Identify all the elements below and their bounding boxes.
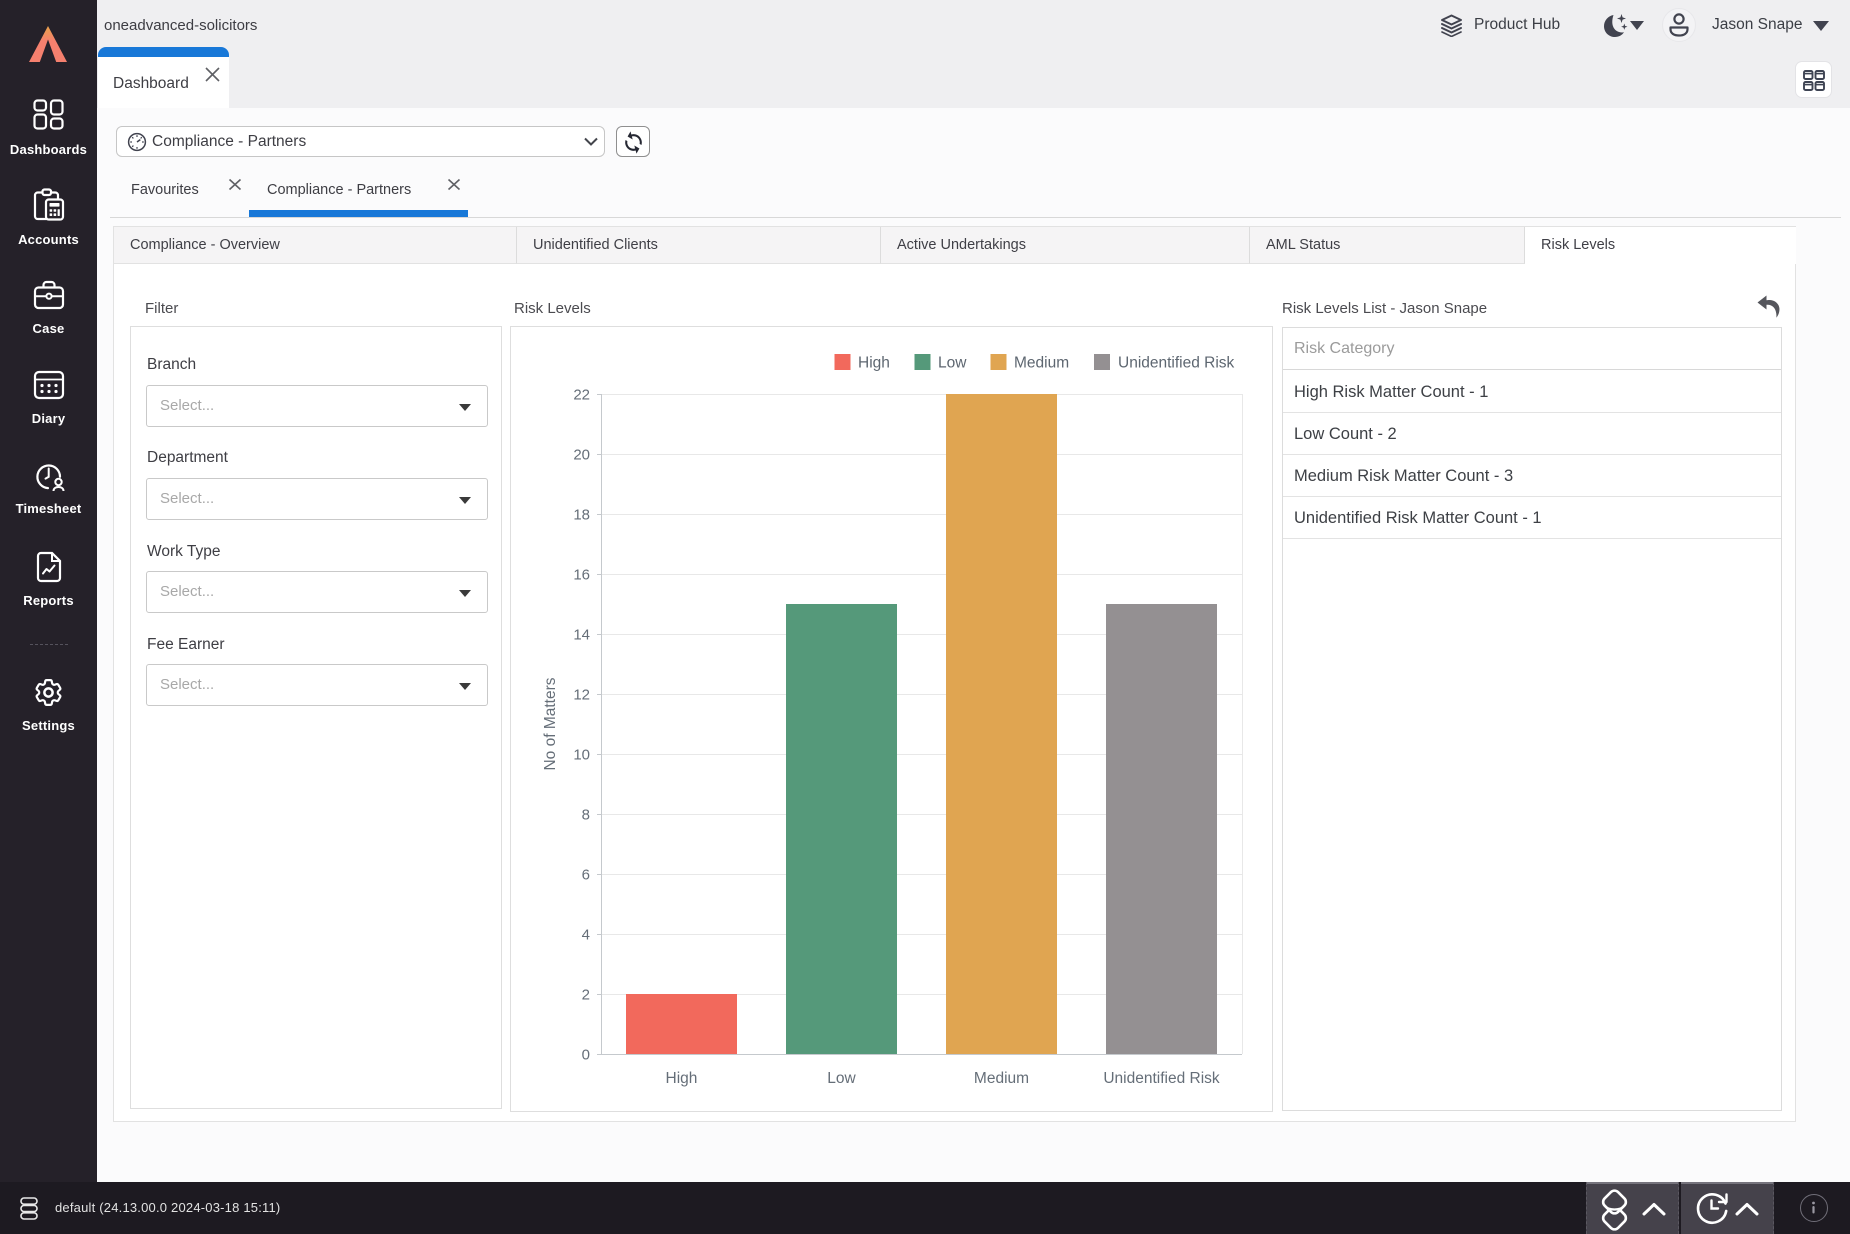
svg-text:Unidentified Risk: Unidentified Risk	[1103, 1070, 1220, 1087]
svg-text:10: 10	[573, 747, 590, 764]
svg-text:Medium: Medium	[974, 1070, 1029, 1087]
svg-text:High: High	[666, 1070, 698, 1087]
svg-text:22: 22	[573, 387, 590, 404]
svg-text:2: 2	[582, 987, 590, 1004]
svg-text:18: 18	[573, 507, 590, 524]
svg-text:Unidentified Risk: Unidentified Risk	[1118, 355, 1235, 372]
svg-text:4: 4	[582, 927, 590, 944]
svg-text:No of Matters: No of Matters	[542, 677, 559, 770]
svg-text:Low: Low	[827, 1070, 856, 1087]
svg-text:Low: Low	[938, 355, 967, 372]
svg-text:High: High	[858, 355, 890, 372]
svg-text:16: 16	[573, 567, 590, 584]
svg-text:8: 8	[582, 807, 590, 824]
svg-text:6: 6	[582, 867, 590, 884]
svg-text:0: 0	[582, 1047, 590, 1064]
svg-text:12: 12	[573, 687, 590, 704]
svg-text:Medium: Medium	[1014, 355, 1069, 372]
svg-text:14: 14	[573, 627, 590, 644]
svg-text:20: 20	[573, 447, 590, 464]
